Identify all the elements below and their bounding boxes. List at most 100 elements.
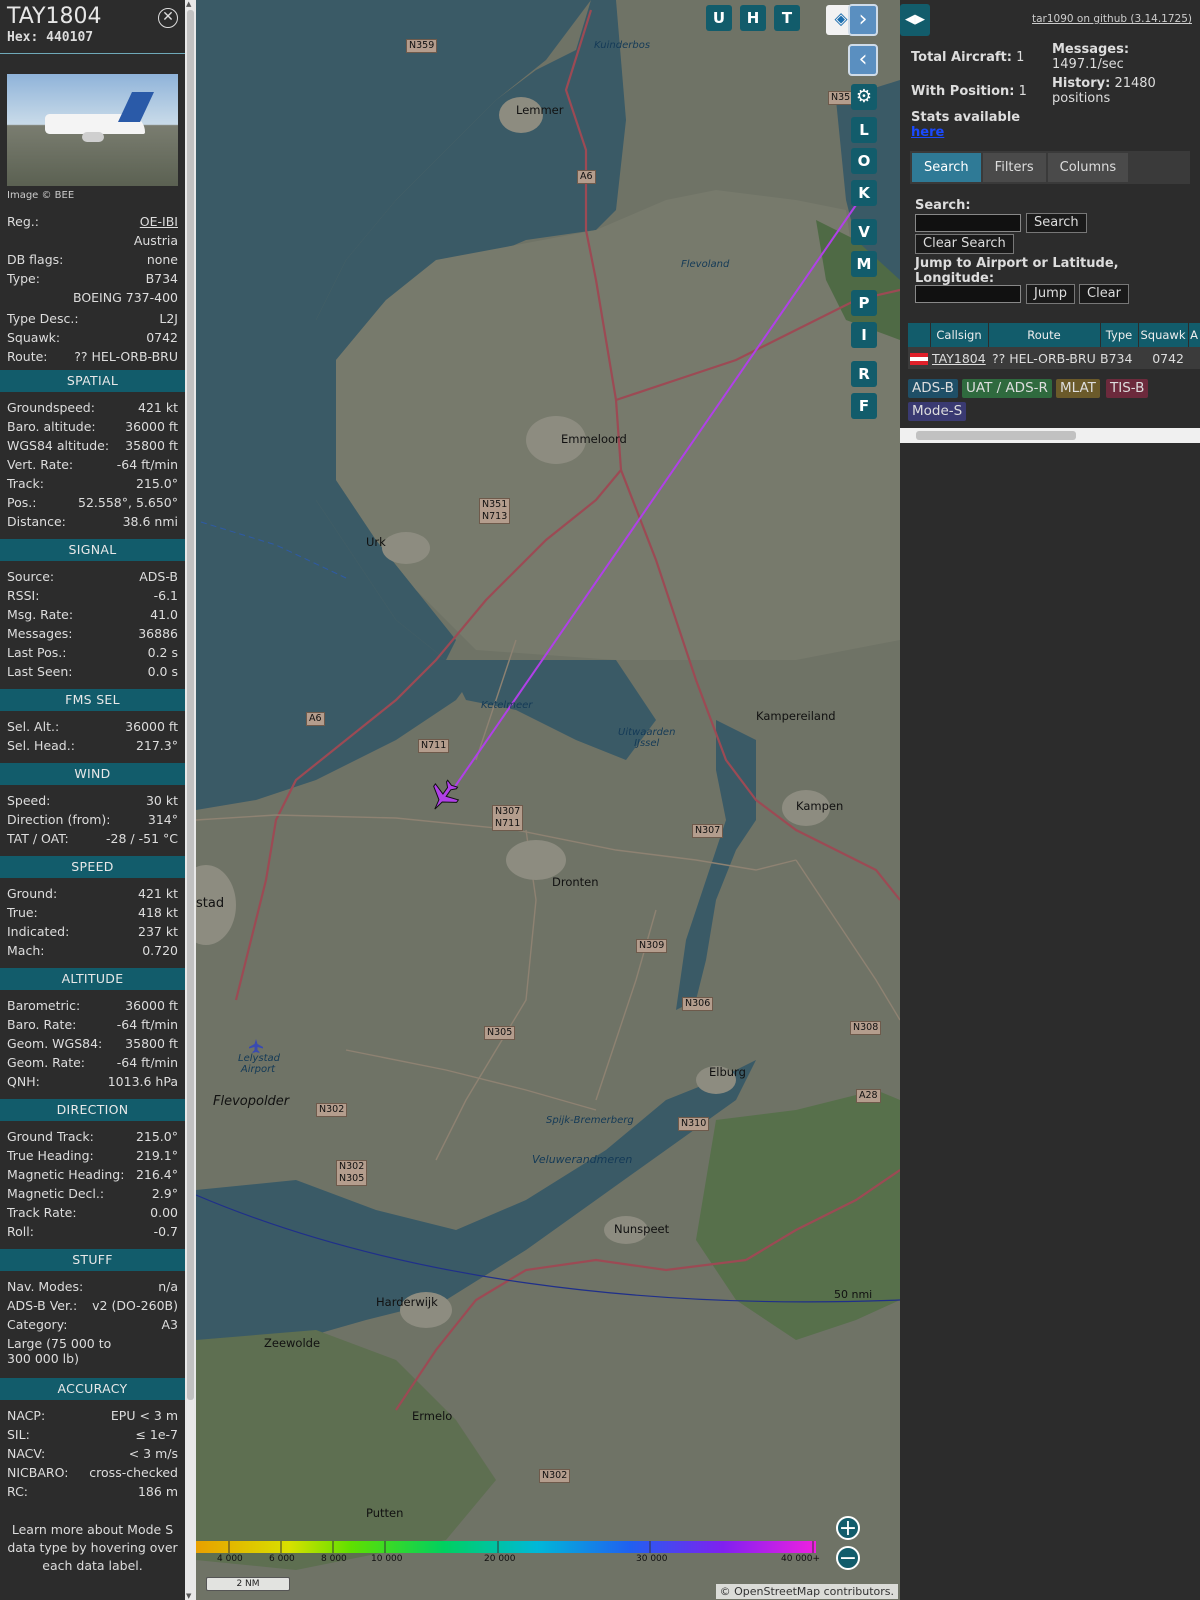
info-row-label[interactable]: NICBARO: bbox=[7, 1463, 68, 1482]
info-row-label[interactable]: Nav. Modes: bbox=[7, 1277, 83, 1296]
info-row-label[interactable]: RSSI: bbox=[7, 586, 39, 605]
map-button-u[interactable]: U bbox=[706, 5, 732, 31]
col-squawk[interactable]: Squawk bbox=[1138, 323, 1189, 347]
info-row-label[interactable]: Ground: bbox=[7, 884, 57, 903]
zoom-out-icon[interactable]: − bbox=[836, 1546, 860, 1570]
clear-button[interactable]: Clear bbox=[1079, 284, 1129, 304]
info-row-label[interactable]: Roll: bbox=[7, 1222, 34, 1241]
info-row-label[interactable]: TAT / OAT: bbox=[7, 829, 69, 848]
tab-search[interactable]: Search bbox=[912, 153, 981, 182]
table-horizontal-scrollbar[interactable] bbox=[900, 428, 1200, 443]
info-row-label[interactable]: Messages: bbox=[7, 624, 73, 643]
info-row-label[interactable]: Mach: bbox=[7, 941, 44, 960]
info-row-label[interactable]: Ground Track: bbox=[7, 1127, 94, 1146]
info-row-label[interactable]: Track Rate: bbox=[7, 1203, 77, 1222]
water-label: Kuinderbos bbox=[594, 40, 651, 51]
col-type[interactable]: Type bbox=[1100, 323, 1139, 347]
map-button-o[interactable]: O bbox=[851, 148, 877, 174]
info-row-label[interactable]: Distance: bbox=[7, 512, 66, 531]
search-input[interactable] bbox=[915, 214, 1021, 232]
tag-uat: UAT / ADS-R bbox=[962, 379, 1052, 398]
map-view[interactable]: Lemmer Emmeloord Urk Dronten Kampen Kamp… bbox=[196, 0, 900, 1600]
info-row-label[interactable]: True: bbox=[7, 903, 38, 922]
info-row-label[interactable]: Track: bbox=[7, 474, 44, 493]
gear-icon[interactable]: ⚙ bbox=[851, 84, 877, 110]
info-row-value: 215.0° bbox=[135, 476, 178, 491]
stats-link[interactable]: here bbox=[911, 125, 944, 140]
info-row-label[interactable]: Sel. Head.: bbox=[7, 736, 75, 755]
info-row-label[interactable]: Category: bbox=[7, 1315, 67, 1334]
hscroll-thumb[interactable] bbox=[916, 431, 1076, 440]
map-button-p[interactable]: P bbox=[851, 290, 877, 316]
col-route[interactable]: Route bbox=[988, 323, 1101, 347]
info-row-label[interactable]: NACV: bbox=[7, 1444, 45, 1463]
zoom-in-icon[interactable]: + bbox=[836, 1516, 860, 1540]
map-button-h[interactable]: H bbox=[740, 5, 766, 31]
legend-tick: 40 000+ bbox=[781, 1554, 821, 1564]
close-icon[interactable]: ✕ bbox=[158, 8, 178, 28]
col-flag[interactable] bbox=[908, 323, 931, 347]
tag-modes: Mode-S bbox=[908, 402, 967, 421]
info-row-label[interactable]: Magnetic Heading: bbox=[7, 1165, 124, 1184]
info-row: Baro. Rate: -64 ft/min bbox=[0, 1015, 185, 1034]
aircraft-photo[interactable] bbox=[7, 74, 178, 186]
row-callsign[interactable]: TAY1804 bbox=[930, 347, 988, 369]
info-row-label[interactable]: Source: bbox=[7, 567, 54, 586]
jump-button[interactable]: Jump bbox=[1026, 284, 1075, 304]
info-row-label[interactable]: Vert. Rate: bbox=[7, 455, 73, 474]
info-row-label[interactable]: Msg. Rate: bbox=[7, 605, 73, 624]
info-row: Magnetic Heading: 216.4° bbox=[0, 1165, 185, 1184]
info-row-label[interactable]: NACP: bbox=[7, 1406, 45, 1425]
tab-filters[interactable]: Filters bbox=[982, 153, 1046, 182]
info-row-label[interactable]: Geom. WGS84: bbox=[7, 1034, 102, 1053]
map-button-v[interactable]: V bbox=[851, 219, 877, 245]
info-row-value: -64 ft/min bbox=[116, 1017, 178, 1032]
scrollbar-thumb[interactable] bbox=[187, 10, 194, 1400]
map-button-k[interactable]: K bbox=[851, 180, 877, 206]
info-row-label[interactable]: RC: bbox=[7, 1482, 28, 1501]
info-row-label[interactable]: Baro. altitude: bbox=[7, 417, 96, 436]
table-row[interactable]: TAY1804 ?? HEL-ORB-BRU B734 0742 bbox=[908, 347, 1200, 369]
map-button-t[interactable]: T bbox=[774, 5, 800, 31]
clear-search-button[interactable]: Clear Search bbox=[915, 234, 1014, 254]
sidebar-toggle-icon[interactable]: ◀▶ bbox=[900, 4, 930, 36]
reg-link[interactable]: OE-IBI bbox=[140, 212, 178, 231]
map-button-i[interactable]: I bbox=[851, 322, 877, 348]
chevron-right-icon[interactable]: › bbox=[848, 4, 878, 36]
row-route: ?? HEL-ORB-BRU bbox=[988, 347, 1100, 369]
map-attribution[interactable]: © OpenStreetMap contributors. bbox=[715, 1584, 898, 1599]
github-link[interactable]: tar1090 on github (3.14.1725) bbox=[1032, 13, 1192, 25]
map-button-m[interactable]: M bbox=[851, 251, 877, 277]
info-row-label[interactable]: ADS-B Ver.: bbox=[7, 1296, 77, 1315]
info-row-label[interactable]: Groundspeed: bbox=[7, 398, 95, 417]
map-button-l[interactable]: L bbox=[851, 117, 877, 143]
info-row-label[interactable]: Direction (from): bbox=[7, 810, 111, 829]
jump-input[interactable] bbox=[915, 285, 1021, 303]
search-button[interactable]: Search bbox=[1026, 213, 1087, 233]
info-row-label[interactable]: SIL: bbox=[7, 1425, 30, 1444]
chevron-left-icon[interactable]: ‹ bbox=[848, 44, 878, 76]
info-row-label[interactable]: True Heading: bbox=[7, 1146, 94, 1165]
info-row-label[interactable]: WGS84 altitude: bbox=[7, 436, 109, 455]
info-row-label[interactable]: Magnetic Decl.: bbox=[7, 1184, 104, 1203]
info-row-label[interactable]: QNH: bbox=[7, 1072, 40, 1091]
info-row-label[interactable]: Pos.: bbox=[7, 493, 36, 512]
info-scrollbar[interactable]: ▲ ▼ bbox=[185, 0, 196, 1600]
info-row-label[interactable]: Speed: bbox=[7, 791, 50, 810]
map-button-f[interactable]: F bbox=[851, 393, 877, 419]
info-row-label[interactable]: Indicated: bbox=[7, 922, 69, 941]
col-more[interactable]: A bbox=[1188, 323, 1200, 347]
road-shield: N359 bbox=[406, 39, 438, 53]
info-row-label[interactable]: Geom. Rate: bbox=[7, 1053, 85, 1072]
info-row-label[interactable]: Baro. Rate: bbox=[7, 1015, 76, 1034]
info-row-label[interactable]: Last Pos.: bbox=[7, 643, 66, 662]
info-row-label[interactable]: Last Seen: bbox=[7, 662, 72, 681]
map-button-r[interactable]: R bbox=[851, 361, 877, 387]
info-row-label[interactable]: Barometric: bbox=[7, 996, 80, 1015]
info-row-label[interactable]: Sel. Alt.: bbox=[7, 717, 59, 736]
scroll-up-icon[interactable]: ▲ bbox=[186, 0, 191, 8]
tab-columns[interactable]: Columns bbox=[1047, 153, 1129, 182]
col-callsign[interactable]: Callsign bbox=[930, 323, 989, 347]
history-stat: History: 21480 positions bbox=[1052, 76, 1192, 106]
scroll-down-icon[interactable]: ▼ bbox=[186, 1592, 191, 1600]
